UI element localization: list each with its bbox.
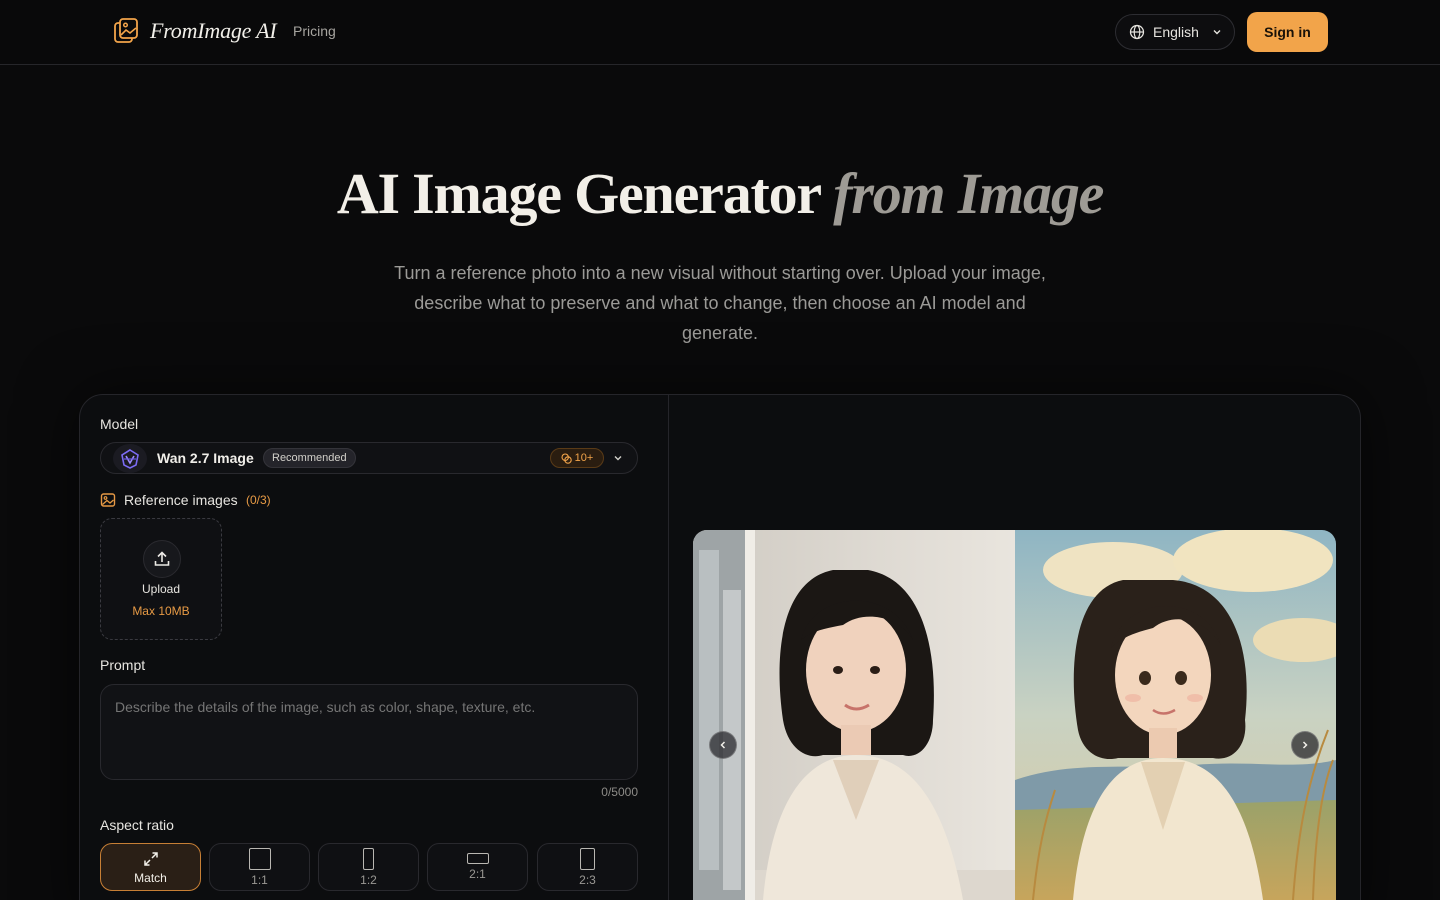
upload-icon (143, 540, 181, 578)
model-logo-icon (113, 444, 147, 473)
recommended-badge: Recommended (263, 448, 356, 468)
sign-in-button[interactable]: Sign in (1247, 12, 1328, 52)
credits-badge: 10+ (550, 448, 604, 468)
panel-divider (668, 395, 669, 900)
carousel-prev-button[interactable] (709, 731, 737, 759)
upload-label: Upload (141, 582, 181, 596)
aspect-option-label: 2:1 (469, 867, 486, 881)
model-name: Wan 2.7 Image (157, 450, 254, 466)
globe-icon (1129, 24, 1145, 40)
title-accent: from Image (833, 161, 1104, 226)
example-preview-image (693, 530, 1336, 900)
page-title: AI Image Generator from Image (0, 160, 1440, 227)
prompt-input[interactable] (100, 684, 638, 780)
landscape-shape-icon (466, 853, 489, 864)
model-label: Model (100, 416, 139, 432)
reference-images-count: (0/3) (246, 493, 271, 507)
reference-images-label: Reference images (124, 492, 238, 508)
aspect-option-match[interactable]: Match (100, 843, 201, 891)
coin-icon (561, 452, 572, 464)
site-header: FromImage AI Pricing English Sign in (0, 0, 1440, 65)
chevron-down-icon (614, 456, 622, 461)
title-main: AI Image Generator (336, 161, 821, 226)
aspect-option-2-1[interactable]: 2:1 (427, 843, 528, 891)
aspect-ratio-label: Aspect ratio (100, 817, 174, 833)
brand-logo[interactable]: FromImage AI (112, 17, 277, 45)
carousel-next-button[interactable] (1291, 731, 1319, 759)
brand-name: FromImage AI (150, 18, 277, 43)
image-icon (100, 493, 116, 507)
chevron-right-icon (1302, 741, 1308, 749)
language-selector[interactable]: English (1115, 14, 1235, 50)
portrait-shape-icon (580, 847, 595, 870)
aspect-option-label: 1:1 (251, 872, 268, 887)
aspect-option-label: 2:3 (579, 872, 596, 887)
language-label: English (1153, 24, 1199, 40)
aspect-option-label: 1:2 (360, 872, 377, 887)
chevron-down-icon (1213, 30, 1221, 35)
prompt-label: Prompt (100, 657, 146, 673)
prompt-char-count: 0/5000 (601, 785, 638, 799)
aspect-option-label: Match (134, 870, 167, 885)
aspect-option-1-1[interactable]: 1:1 (209, 843, 310, 891)
image-stack-icon (114, 18, 138, 43)
before-after-illustration (693, 530, 1336, 900)
square-shape-icon (248, 847, 271, 870)
upload-limit: Max 10MB (132, 604, 190, 618)
aspect-option-2-3[interactable]: 2:3 (537, 843, 638, 891)
credits-value: 10+ (574, 452, 594, 464)
chevron-left-icon (720, 741, 726, 749)
page-subtitle: Turn a reference photo into a new visual… (394, 263, 1046, 343)
expand-arrows-icon (143, 851, 158, 866)
upload-dropzone[interactable]: Upload Max 10MB (100, 518, 222, 640)
portrait-shape-icon (363, 847, 374, 870)
aspect-option-1-2[interactable]: 1:2 (318, 843, 419, 891)
nav-pricing-link[interactable]: Pricing (293, 23, 336, 39)
model-selector[interactable]: Wan 2.7 Image Recommended 10+ (100, 442, 638, 474)
